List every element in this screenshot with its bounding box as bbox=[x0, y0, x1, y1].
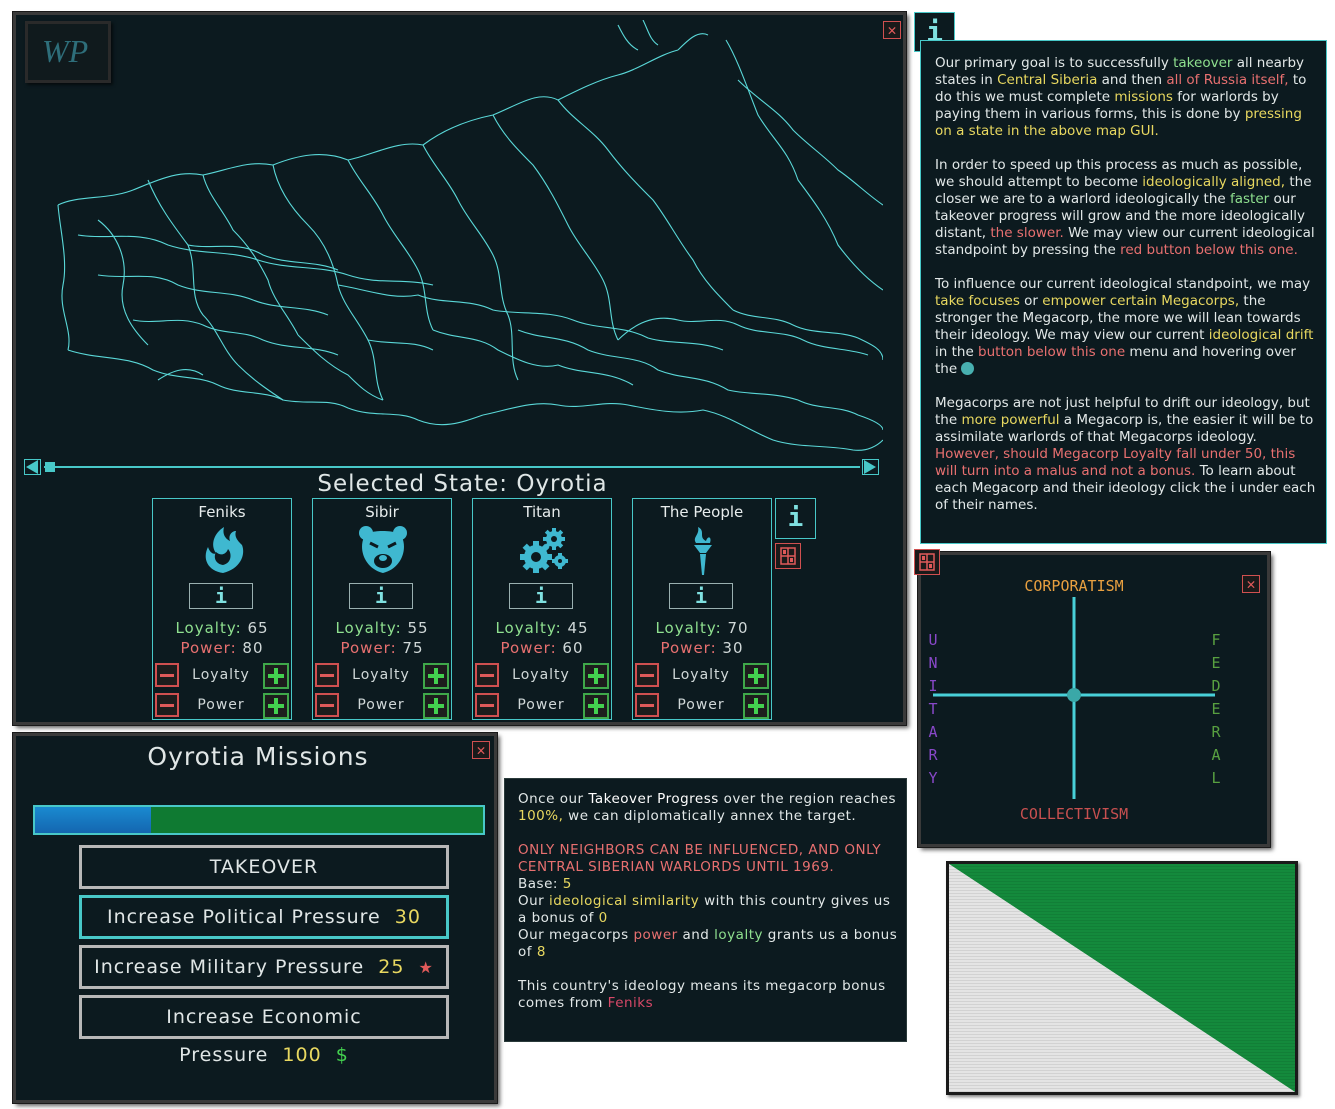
decrease-loyalty-button[interactable] bbox=[155, 663, 179, 687]
ideology-panel: ✕ CORPORATISM COLLECTIVISM UNITARY FEDER… bbox=[918, 552, 1270, 847]
megacorp-overview-info-button[interactable]: i bbox=[775, 498, 816, 539]
megacorp-name: Sibir bbox=[365, 503, 399, 521]
megacorp-info-button[interactable]: i bbox=[349, 583, 413, 609]
info-panel: Our primary goal is to successfully take… bbox=[920, 40, 1327, 544]
takeover-progress-fill bbox=[35, 807, 152, 833]
missions-title: Oyrotia Missions bbox=[147, 742, 369, 771]
torch-icon bbox=[694, 527, 712, 575]
loyalty-row: Loyalty bbox=[155, 663, 289, 689]
selected-state-title: Selected State: Oyrotia bbox=[317, 471, 608, 497]
decrease-power-button[interactable] bbox=[475, 693, 499, 717]
map-close-button[interactable]: ✕ bbox=[883, 21, 901, 39]
loyalty-row: Loyalty bbox=[315, 663, 449, 689]
increase-loyalty-button[interactable] bbox=[263, 663, 289, 689]
info-paragraph-3: To influence our current ideological sta… bbox=[935, 276, 1314, 377]
loyalty-row: Loyalty bbox=[475, 663, 609, 689]
megacorp-loyalty: Loyalty: 65 bbox=[175, 619, 269, 637]
gears-icon bbox=[520, 528, 568, 573]
takeover-button[interactable]: TAKEOVER bbox=[79, 845, 449, 889]
takeover-info-text: Once our Takeover Progress over the regi… bbox=[518, 791, 898, 1012]
takeover-similarity: Our ideological similarity with this cou… bbox=[518, 893, 891, 926]
increase-power-button[interactable] bbox=[423, 693, 449, 719]
takeover-info-line: Once our Takeover Progress over the regi… bbox=[518, 791, 897, 824]
bear-icon bbox=[359, 526, 407, 573]
increase-loyalty-button[interactable] bbox=[423, 663, 449, 689]
increase-power-button[interactable] bbox=[743, 693, 769, 719]
megacorp-card-titan: Titan i Loyalty: 45 Power: 60 Loyalty Po… bbox=[472, 498, 612, 720]
political-pressure-button[interactable]: Increase Political Pressure 30 bbox=[79, 895, 449, 939]
phoenix-icon bbox=[205, 527, 244, 573]
takeover-warning: ONLY NEIGHBORS CAN BE INFLUENCED, AND ON… bbox=[518, 842, 882, 875]
info-paragraph-4: Megacorps are not just helpful to drift … bbox=[935, 395, 1316, 513]
decrease-loyalty-button[interactable] bbox=[475, 663, 499, 687]
ideology-chart-icon bbox=[914, 549, 940, 575]
increase-power-button[interactable] bbox=[263, 693, 289, 719]
megacorp-info-button[interactable]: i bbox=[189, 583, 253, 609]
row-label: Loyalty bbox=[192, 667, 250, 683]
row-label: Loyalty bbox=[512, 667, 570, 683]
decrease-loyalty-button[interactable] bbox=[635, 663, 659, 687]
military-pressure-button[interactable]: Increase Military Pressure 25 ★ bbox=[79, 945, 449, 989]
row-label: Power bbox=[517, 697, 565, 713]
megacorp-loyalty: Loyalty: 45 bbox=[495, 619, 589, 637]
increase-loyalty-button[interactable] bbox=[583, 663, 609, 689]
info-paragraph-2: In order to speed up this process as muc… bbox=[935, 157, 1315, 258]
loyalty-row: Loyalty bbox=[635, 663, 769, 689]
takeover-megacorp-bonus: Our megacorps power and loyalty grants u… bbox=[518, 927, 898, 960]
logo-text: WP bbox=[42, 33, 88, 69]
increase-loyalty-button[interactable] bbox=[743, 663, 769, 689]
megacorp-power: Power: 30 bbox=[660, 639, 744, 657]
takeover-base: Base: 5 bbox=[518, 876, 572, 892]
info-paragraph-1: Our primary goal is to successfully take… bbox=[935, 55, 1307, 139]
missions-close-button[interactable]: ✕ bbox=[472, 741, 490, 759]
megacorp-card-the-people: The People i Loyalty: 70 Power: 30 Loyal… bbox=[632, 498, 772, 720]
row-label: Power bbox=[677, 697, 725, 713]
power-row: Power bbox=[155, 693, 289, 719]
info-text: Our primary goal is to successfully take… bbox=[935, 55, 1319, 531]
power-row: Power bbox=[635, 693, 769, 719]
row-label: Loyalty bbox=[672, 667, 730, 683]
economic-pressure-button[interactable]: Increase Economic Pressure 100 $ bbox=[79, 995, 449, 1066]
decrease-power-button[interactable] bbox=[155, 693, 179, 717]
missions-panel: Oyrotia Missions ✕ TAKEOVER Increase Pol… bbox=[13, 733, 497, 1103]
row-label: Loyalty bbox=[352, 667, 410, 683]
megacorp-power: Power: 80 bbox=[180, 639, 264, 657]
map-panel: WP ✕ Selected State: Oyrotia Feniks i Lo… bbox=[13, 12, 906, 725]
ideology-chart-button[interactable] bbox=[775, 543, 801, 569]
star-icon: ★ bbox=[418, 958, 434, 977]
megacorp-name: Titan bbox=[523, 503, 561, 521]
country-flag bbox=[946, 861, 1298, 1095]
power-row: Power bbox=[315, 693, 449, 719]
power-row: Power bbox=[475, 693, 609, 719]
dollar-icon: $ bbox=[335, 1044, 349, 1066]
megacorp-power: Power: 75 bbox=[340, 639, 424, 657]
row-label: Power bbox=[197, 697, 245, 713]
megacorp-card-feniks: Feniks i Loyalty: 65 Power: 80 Loyalty P… bbox=[152, 498, 292, 720]
ideology-position-marker bbox=[1067, 688, 1081, 702]
decrease-power-button[interactable] bbox=[315, 693, 339, 717]
ideology-dot-icon bbox=[961, 362, 975, 375]
takeover-ideology-source: This country's ideology means its megaco… bbox=[518, 978, 886, 1011]
takeover-progress-bar bbox=[33, 805, 485, 835]
increase-power-button[interactable] bbox=[583, 693, 609, 719]
takeover-info-panel: Once our Takeover Progress over the regi… bbox=[504, 778, 907, 1042]
decrease-power-button[interactable] bbox=[635, 693, 659, 717]
wp-logo: WP bbox=[25, 21, 111, 83]
megacorp-info-button[interactable]: i bbox=[669, 583, 733, 609]
megacorp-power: Power: 60 bbox=[500, 639, 584, 657]
state-map[interactable] bbox=[38, 20, 883, 470]
ideology-chart-icon bbox=[780, 547, 796, 565]
ideology-axes bbox=[933, 597, 1215, 799]
megacorp-loyalty: Loyalty: 70 bbox=[655, 619, 749, 637]
megacorp-info-button[interactable]: i bbox=[509, 583, 573, 609]
megacorp-name: The People bbox=[660, 503, 744, 521]
decrease-loyalty-button[interactable] bbox=[315, 663, 339, 687]
megacorp-loyalty: Loyalty: 55 bbox=[335, 619, 429, 637]
row-label: Power bbox=[357, 697, 405, 713]
megacorp-card-sibir: Sibir i Loyalty: 55 Power: 75 Loyalty Po… bbox=[312, 498, 452, 720]
megacorp-name: Feniks bbox=[198, 503, 246, 521]
